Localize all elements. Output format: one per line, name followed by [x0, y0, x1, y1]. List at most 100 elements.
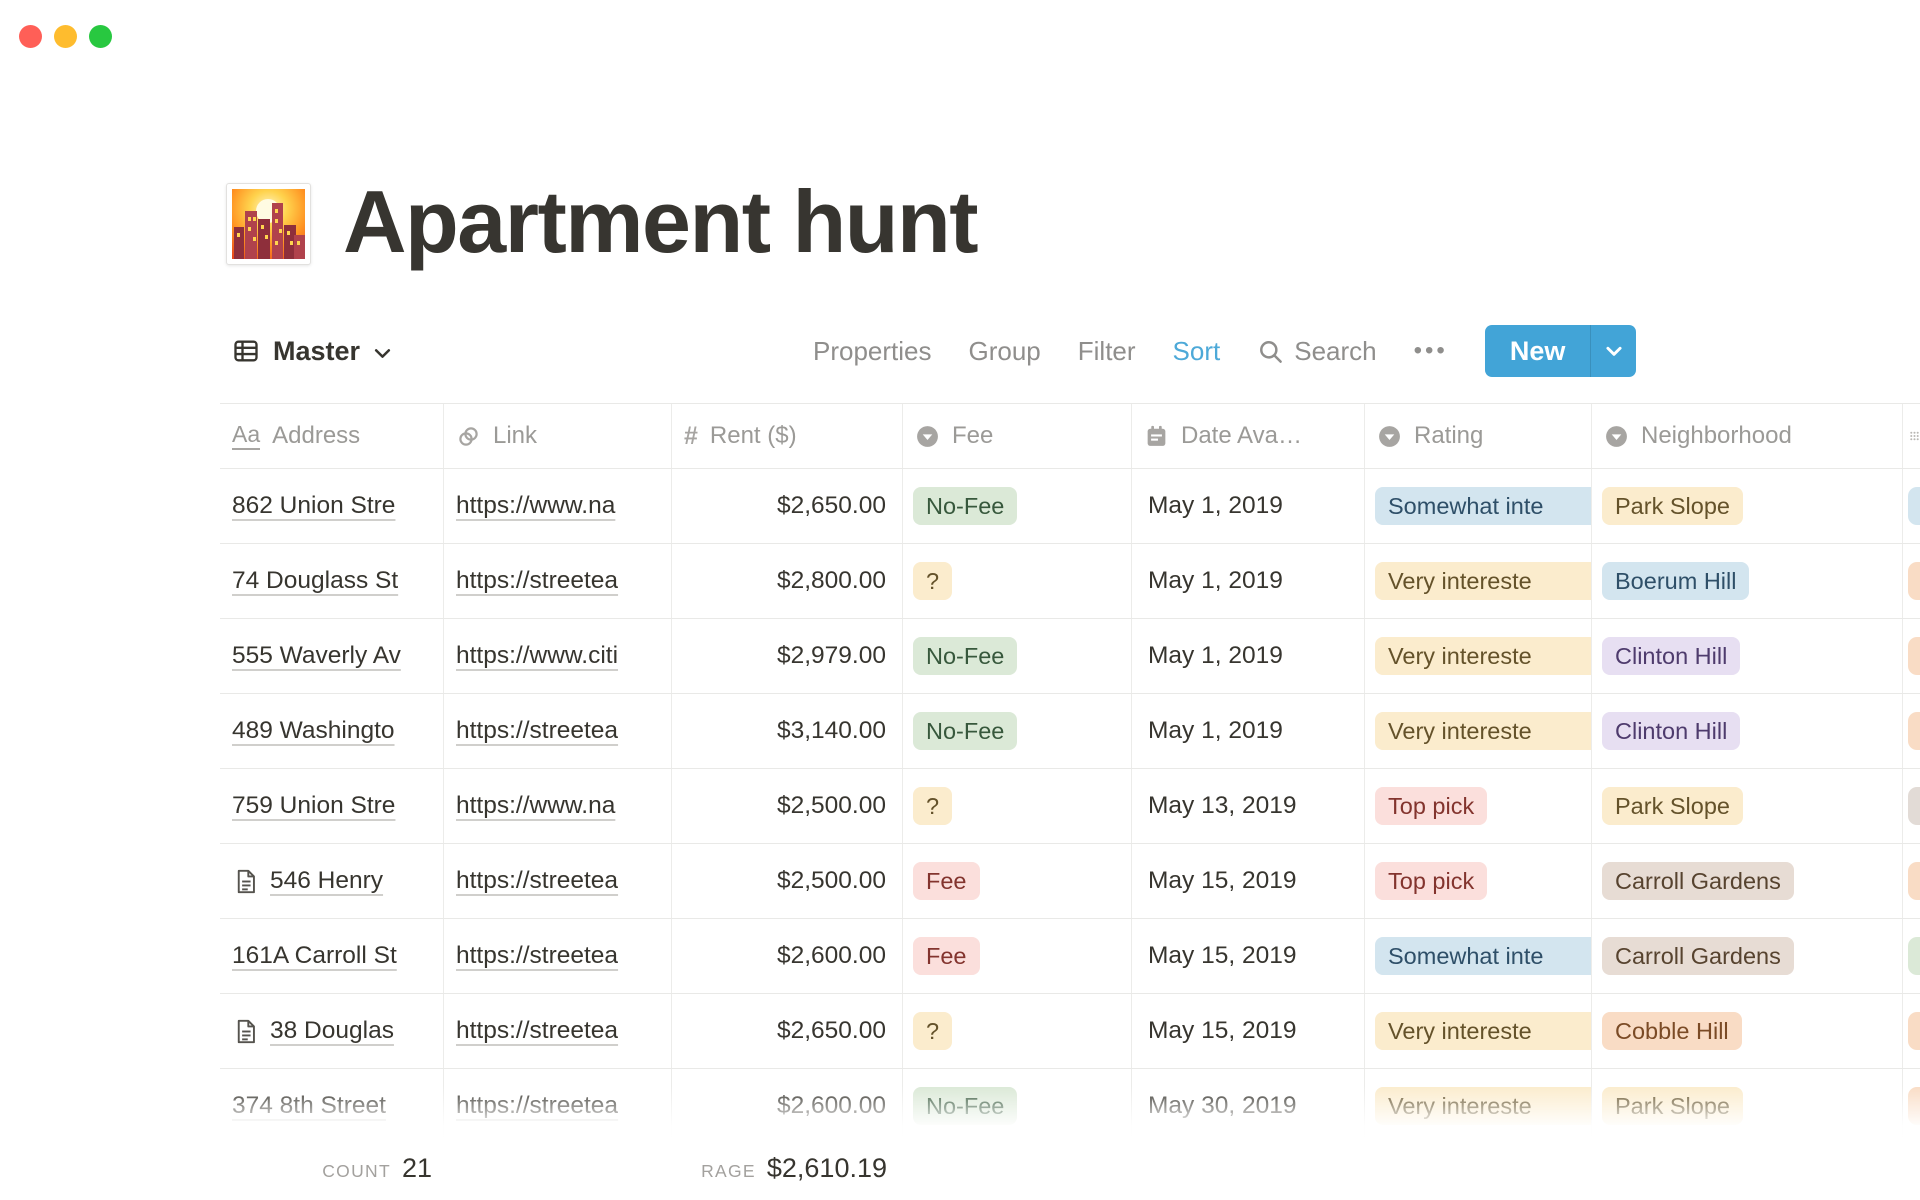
rating-cell[interactable]: Very intereste	[1365, 694, 1592, 768]
link-cell[interactable]: https://streetea	[444, 844, 672, 918]
column-header-address[interactable]: Aa Address	[220, 404, 444, 468]
neighborhood-cell[interactable]: Boerum Hill	[1592, 544, 1903, 618]
rent-cell[interactable]: $2,650.00	[672, 469, 903, 543]
date-cell[interactable]: May 15, 2019	[1132, 994, 1365, 1068]
rent-cell[interactable]: $2,600.00	[672, 1069, 903, 1141]
offscreen-column-cell[interactable]	[1903, 1069, 1920, 1141]
properties-button[interactable]: Properties	[813, 336, 932, 367]
date-cell[interactable]: May 15, 2019	[1132, 919, 1365, 993]
sort-button[interactable]: Sort	[1173, 336, 1221, 367]
neighborhood-cell[interactable]: Clinton Hill	[1592, 619, 1903, 693]
group-button[interactable]: Group	[969, 336, 1041, 367]
link-cell[interactable]: https://streetea	[444, 694, 672, 768]
link-cell[interactable]: https://streetea	[444, 994, 672, 1068]
column-header-neighborhood[interactable]: Neighborhood	[1592, 404, 1903, 468]
fee-cell[interactable]: ?	[903, 769, 1132, 843]
column-header-rent[interactable]: # Rent ($)	[672, 404, 903, 468]
offscreen-column-cell[interactable]	[1903, 619, 1920, 693]
column-header-rating[interactable]: Rating	[1365, 404, 1592, 468]
address-cell[interactable]: 74 Douglass St	[220, 544, 444, 618]
date-cell[interactable]: May 15, 2019	[1132, 844, 1365, 918]
column-header-fee[interactable]: Fee	[903, 404, 1132, 468]
link-cell[interactable]: https://streetea	[444, 919, 672, 993]
fee-cell[interactable]: No-Fee	[903, 469, 1132, 543]
new-button[interactable]: New	[1485, 325, 1591, 377]
rating-cell[interactable]: Somewhat inte	[1365, 469, 1592, 543]
tag: Very intereste	[1375, 1087, 1591, 1125]
neighborhood-cell[interactable]: Carroll Gardens	[1592, 919, 1903, 993]
offscreen-column-cell[interactable]	[1903, 544, 1920, 618]
fee-cell[interactable]: ?	[903, 544, 1132, 618]
rent-cell[interactable]: $2,500.00	[672, 769, 903, 843]
neighborhood-cell[interactable]: Park Slope	[1592, 1069, 1903, 1141]
column-header-date[interactable]: Date Ava…	[1132, 404, 1365, 468]
link-cell[interactable]: https://www.na	[444, 469, 672, 543]
rating-cell[interactable]: Top pick	[1365, 844, 1592, 918]
rent-cell[interactable]: $3,140.00	[672, 694, 903, 768]
page-icon[interactable]	[226, 183, 311, 265]
date-cell[interactable]: May 1, 2019	[1132, 619, 1365, 693]
rating-cell[interactable]: Very intereste	[1365, 994, 1592, 1068]
date-cell[interactable]: May 1, 2019	[1132, 544, 1365, 618]
address-cell[interactable]: 38 Douglas	[220, 994, 444, 1068]
offscreen-column-cell[interactable]	[1903, 694, 1920, 768]
offscreen-column-cell[interactable]	[1903, 994, 1920, 1068]
filter-button[interactable]: Filter	[1078, 336, 1136, 367]
address-cell[interactable]: 489 Washingto	[220, 694, 444, 768]
address-cell[interactable]: 555 Waverly Av	[220, 619, 444, 693]
fee-cell[interactable]: Fee	[903, 844, 1132, 918]
fee-cell[interactable]: No-Fee	[903, 694, 1132, 768]
date-cell[interactable]: May 13, 2019	[1132, 769, 1365, 843]
zoom-window-button[interactable]	[89, 25, 112, 48]
rent-cell[interactable]: $2,800.00	[672, 544, 903, 618]
count-calc[interactable]: COUNT 21	[220, 1153, 444, 1184]
average-calc[interactable]: RAGE $2,610.19	[672, 1153, 903, 1184]
fee-cell[interactable]: No-Fee	[903, 1069, 1132, 1141]
date-cell[interactable]: May 1, 2019	[1132, 694, 1365, 768]
date-cell[interactable]: May 30, 2019	[1132, 1069, 1365, 1141]
dots-grid-icon	[1909, 424, 1920, 448]
neighborhood-cell[interactable]: Clinton Hill	[1592, 694, 1903, 768]
link-cell[interactable]: https://streetea	[444, 544, 672, 618]
column-header-partial[interactable]	[1903, 404, 1920, 468]
close-window-button[interactable]	[19, 25, 42, 48]
rating-cell[interactable]: Very intereste	[1365, 544, 1592, 618]
more-options-button[interactable]: •••	[1414, 337, 1448, 365]
rent-cell[interactable]: $2,650.00	[672, 994, 903, 1068]
tag: ?	[913, 1012, 952, 1050]
offscreen-column-cell[interactable]	[1903, 769, 1920, 843]
date-cell[interactable]: May 1, 2019	[1132, 469, 1365, 543]
address-cell[interactable]: 759 Union Stre	[220, 769, 444, 843]
offscreen-column-cell[interactable]	[1903, 844, 1920, 918]
link-cell[interactable]: https://streetea	[444, 1069, 672, 1141]
link-cell[interactable]: https://www.na	[444, 769, 672, 843]
offscreen-column-cell[interactable]	[1903, 919, 1920, 993]
minimize-window-button[interactable]	[54, 25, 77, 48]
rent-cell[interactable]: $2,600.00	[672, 919, 903, 993]
rating-cell[interactable]: Somewhat inte	[1365, 919, 1592, 993]
rating-cell[interactable]: Top pick	[1365, 769, 1592, 843]
rating-cell[interactable]: Very intereste	[1365, 619, 1592, 693]
address-cell[interactable]: 546 Henry	[220, 844, 444, 918]
neighborhood-cell[interactable]: Cobble Hill	[1592, 994, 1903, 1068]
fee-cell[interactable]: Fee	[903, 919, 1132, 993]
link-cell[interactable]: https://www.citi	[444, 619, 672, 693]
database-toolbar: Master Properties Group Filter Sort Sear…	[232, 322, 1920, 380]
address-cell[interactable]: 161A Carroll St	[220, 919, 444, 993]
address-cell[interactable]: 374 8th Street	[220, 1069, 444, 1141]
neighborhood-cell[interactable]: Park Slope	[1592, 769, 1903, 843]
rating-cell[interactable]: Very intereste	[1365, 1069, 1592, 1141]
address-cell[interactable]: 862 Union Stre	[220, 469, 444, 543]
neighborhood-cell[interactable]: Park Slope	[1592, 469, 1903, 543]
column-label: Date Ava…	[1181, 422, 1302, 450]
neighborhood-cell[interactable]: Carroll Gardens	[1592, 844, 1903, 918]
new-button-caret[interactable]	[1591, 325, 1636, 377]
rent-cell[interactable]: $2,979.00	[672, 619, 903, 693]
fee-cell[interactable]: No-Fee	[903, 619, 1132, 693]
search-button[interactable]: Search	[1257, 336, 1376, 367]
view-switcher[interactable]: Master	[232, 322, 392, 380]
rent-cell[interactable]: $2,500.00	[672, 844, 903, 918]
offscreen-column-cell[interactable]	[1903, 469, 1920, 543]
column-header-link[interactable]: Link	[444, 404, 672, 468]
fee-cell[interactable]: ?	[903, 994, 1132, 1068]
